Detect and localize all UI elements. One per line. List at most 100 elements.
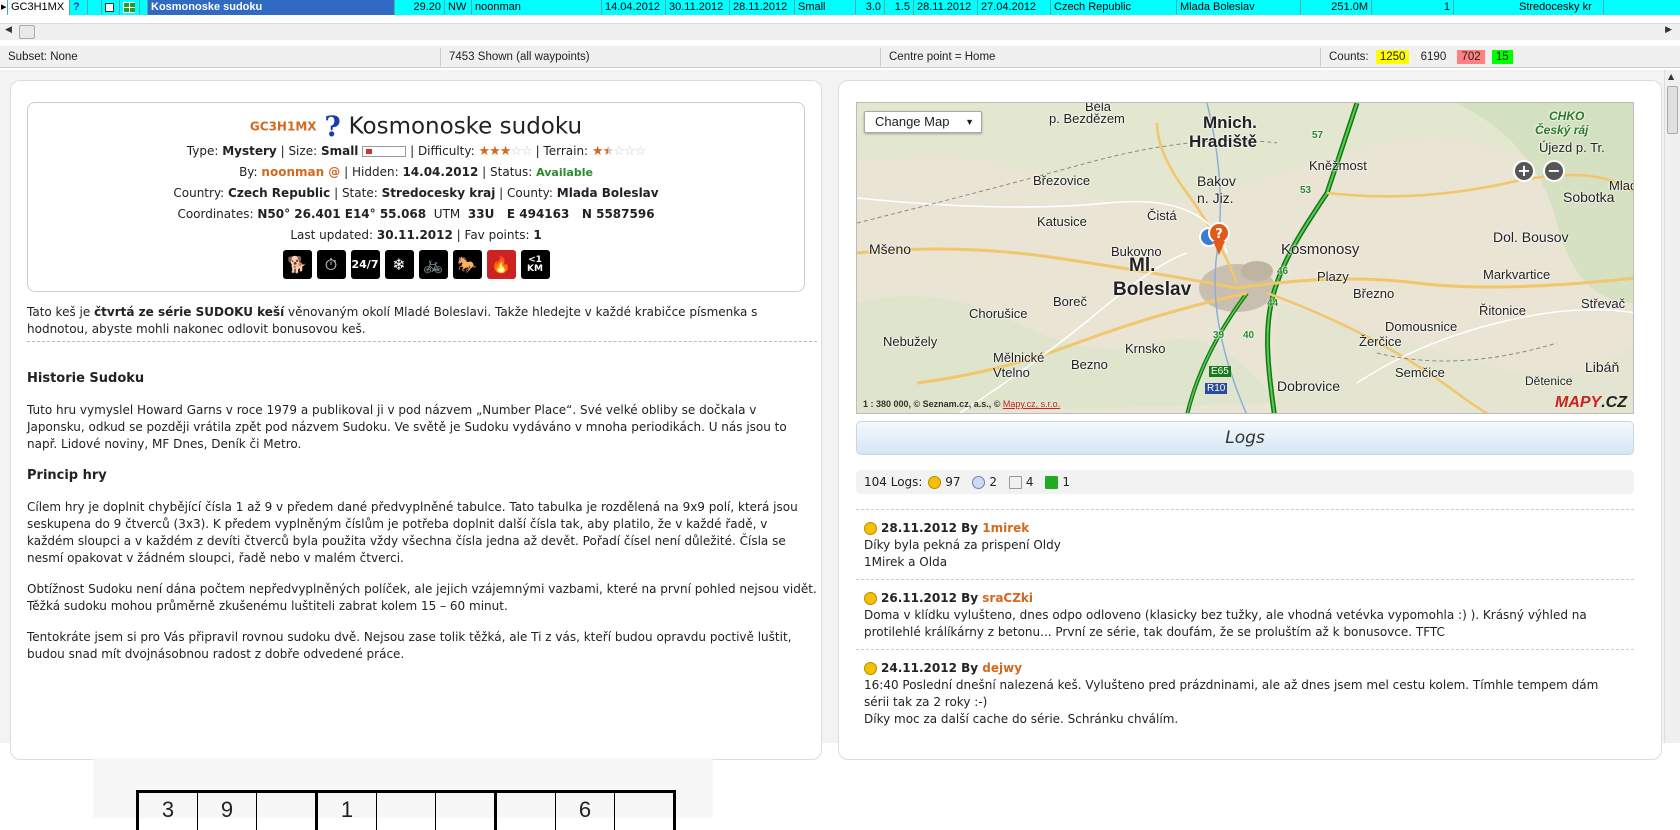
sudoku-cell (436, 793, 497, 830)
grid-cell-last-log: 28.11.2012 (914, 0, 978, 15)
logs-summary: 104 Logs: 97 2 4 1 (856, 470, 1634, 494)
map-label: Boleslav (1113, 279, 1192, 300)
map-label: Ml. (1129, 255, 1156, 276)
status-value: Available (536, 166, 593, 179)
under-1km-icon: <1 KM (520, 250, 550, 279)
grid-cell-state: Stredocesky kr (1454, 0, 1604, 15)
scroll-thumb[interactable] (19, 25, 35, 39)
map-label: Březovice (1033, 173, 1091, 188)
no-campfire-icon: 🔥 (486, 250, 516, 279)
logs-heading: Logs (856, 421, 1634, 455)
zoom-out-button[interactable]: − (1543, 160, 1565, 182)
logs-count: 104 Logs: (864, 475, 923, 489)
country-value: Czech Republic (228, 186, 331, 200)
map-label: Libáň (1585, 359, 1620, 375)
cache-location-line: Country: Czech Republic | State: Stredoc… (173, 186, 659, 200)
cache-owner-line: By: noonman @ | Hidden: 14.04.2012 | Sta… (239, 165, 593, 179)
road-number: 39 (1213, 330, 1225, 341)
grid-cell-code[interactable]: GC3H1MX (8, 0, 70, 15)
horse-icon: 🐎 (452, 250, 482, 279)
cache-description-panel[interactable]: GC3H1MX ? Kosmonoske sudoku Type: Myster… (10, 80, 822, 760)
cache-updated-line: Last updated: 30.11.2012 | Fav points: 1 (290, 228, 542, 242)
scroll-right-icon[interactable]: ▶ (1665, 25, 1672, 35)
map-label: Mšeno (869, 241, 912, 257)
sudoku-cell (257, 793, 318, 830)
map-label: Dol. Bousov (1493, 229, 1569, 245)
grid-cell-distance: 29.20 (395, 0, 445, 15)
log-list: 28.11.2012 By 1mirek Díky byla pekná za … (856, 509, 1634, 736)
cache-code: GC3H1MX (249, 119, 317, 134)
map-label: Kosmonosy (1281, 241, 1360, 258)
terrain-stars: ★★☆☆☆ (591, 144, 646, 159)
road-number: 57 (1312, 130, 1324, 141)
scroll-left-icon[interactable]: ◀ (5, 25, 12, 35)
map-label: p. Bezdězem (1049, 111, 1125, 126)
sudoku-cell (377, 793, 436, 830)
road-number: 46 (1277, 266, 1289, 277)
map-label: Plazy (1317, 269, 1349, 284)
content-area: GC3H1MX ? Kosmonoske sudoku Type: Myster… (0, 70, 1664, 830)
stopwatch-icon: ⏱ (316, 250, 346, 279)
sudoku-cell: 9 (198, 793, 257, 830)
owner-link[interactable]: noonman @ (261, 165, 340, 179)
log-text: Doma v klídku vylušteno, dnes odpo odlov… (864, 608, 1587, 639)
principle-heading: Princip hry (27, 468, 107, 483)
cache-type-line: Type: Mystery | Size: Small | Difficulty… (186, 144, 646, 159)
map-view[interactable]: Bělá p. Bezdězem Mnich. Hradiště CHKO Če… (856, 102, 1634, 414)
waypoint-grid-row[interactable]: ▸ GC3H1MX ? Kosmonoske sudoku 29.20 NW n… (0, 0, 1680, 15)
sudoku-image: 3 9 1 6 (93, 758, 713, 830)
grid-cell-terrain: 1.5 (885, 0, 914, 15)
smiley-found-icon (864, 592, 877, 605)
grid-cell-name[interactable]: Kosmonoske sudoku (148, 0, 395, 15)
horizontal-scrollbar[interactable]: ◀ ▶ (0, 23, 1680, 40)
subset-status: Subset: None (8, 51, 78, 63)
grid-checkbox[interactable] (102, 0, 120, 15)
state-value: Stredocesky kraj (381, 186, 496, 200)
cache-marker-icon[interactable]: ? (1197, 221, 1231, 259)
count-total: 6190 (1416, 50, 1451, 64)
count-user: 15 (1491, 50, 1513, 64)
dropdown-arrow-icon: ▼ (965, 117, 974, 127)
vertical-scrollbar[interactable]: ▲ (1664, 70, 1680, 743)
mystery-icon: ? (70, 0, 88, 15)
map-label: Újezd p. Tr. (1539, 140, 1605, 155)
grid-cell-elevation: 251.0M (1301, 0, 1372, 15)
size-bar-icon (362, 146, 407, 157)
map-label: Vtelno (993, 365, 1030, 380)
coords-value: N50° 26.401 E14° 55.068 (257, 207, 427, 221)
scroll-thumb[interactable] (1667, 86, 1678, 134)
log-text: Díky byla pekná za prispení Oldy 1Mirek … (864, 538, 1061, 569)
change-map-dropdown[interactable]: Change Map ▼ (864, 111, 982, 133)
grid-cell-found: 28.11.2012 (730, 0, 795, 15)
map-attribution: 1 : 380 000, © Seznam.cz, a.s., © Mapy.c… (863, 399, 1061, 409)
map-label: Nebužely (883, 334, 938, 349)
log-entry: 28.11.2012 By 1mirek Díky byla pekná za … (856, 509, 1634, 579)
log-entry: 24.11.2012 By dejwy 16:40 Poslední dnešn… (856, 649, 1634, 736)
24-7-icon: 24/7 (350, 250, 380, 279)
principle-paragraph: Cílem hry je doplnit chybějící čísla 1 a… (27, 500, 798, 565)
mapy-link[interactable]: Mapy.cz, s.r.o. (1003, 399, 1060, 409)
grid-cell-updated: 30.11.2012 (666, 0, 730, 15)
centre-status: Centre point = Home (880, 48, 1320, 66)
scroll-up-icon[interactable]: ▲ (1668, 72, 1674, 81)
count-found: 1250 (1375, 50, 1410, 64)
map-label: Semčice (1395, 365, 1445, 380)
grid-icon (120, 0, 140, 15)
grid-cell-country: Czech Republic (1051, 0, 1177, 15)
zoom-in-button[interactable]: + (1513, 160, 1535, 182)
map-label: Řitonice (1479, 303, 1526, 318)
cache-coords-line: Coordinates: N50° 26.401 E14° 55.068 UTM… (177, 207, 655, 221)
maintenance-icon (1045, 476, 1059, 489)
bicycle-icon: 🚲 (418, 250, 448, 279)
sudoku-cell: 3 (139, 793, 198, 830)
counts-status: Counts: 1250 6190 702 15 (1320, 48, 1680, 66)
map-label: Katusice (1037, 214, 1087, 229)
map-label: Krnsko (1125, 341, 1166, 356)
attribute-icons: 🐕 ⏱ 24/7 ❄ 🚲 🐎 🔥 <1 KM (28, 250, 804, 279)
log-author-link[interactable]: dejwy (982, 661, 1022, 675)
intro-paragraph: Tato keš je čtvrtá ze série SUDOKU keší … (27, 305, 758, 336)
log-author-link[interactable]: sraCZki (982, 591, 1033, 605)
map-and-logs-panel[interactable]: Bělá p. Bezdězem Mnich. Hradiště CHKO Če… (838, 80, 1662, 760)
log-author-link[interactable]: 1mirek (982, 521, 1029, 535)
map-label: Markvartice (1483, 267, 1551, 282)
